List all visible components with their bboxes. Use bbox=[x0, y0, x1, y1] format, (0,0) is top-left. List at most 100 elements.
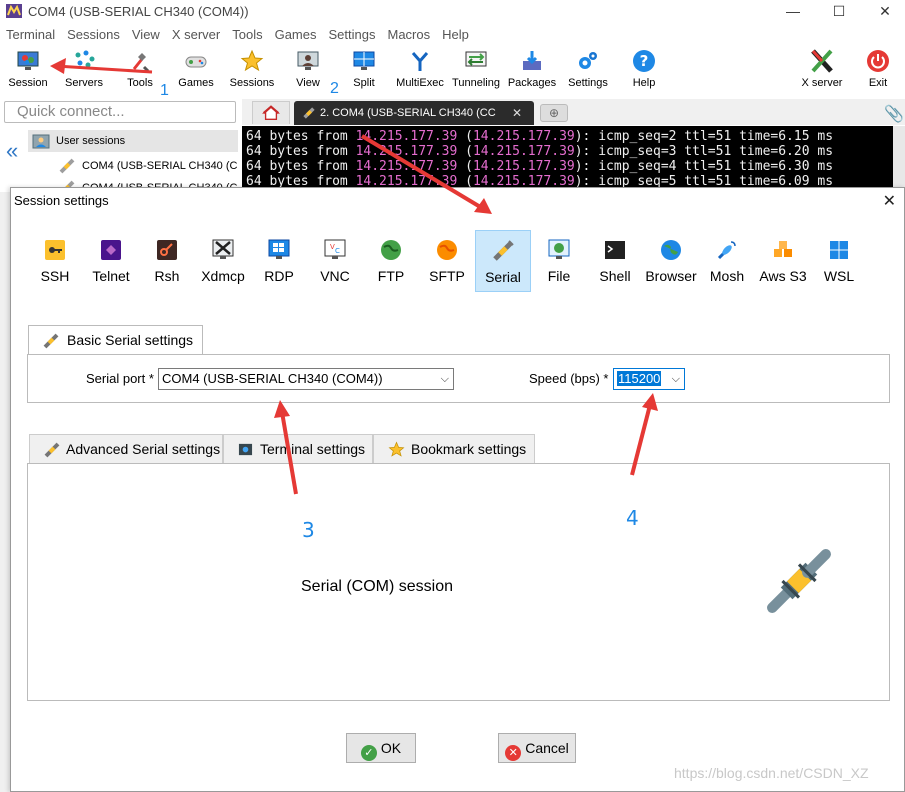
menu-settings[interactable]: Settings bbox=[323, 26, 382, 44]
session-settings-dialog: Session settings ✕ SSH Telnet Rsh Xdmcp … bbox=[10, 187, 905, 792]
tab-basic-serial-settings[interactable]: Basic Serial settings bbox=[28, 325, 203, 355]
type-file[interactable]: File bbox=[531, 230, 587, 292]
type-serial[interactable]: Serial bbox=[475, 230, 531, 292]
type-telnet-label: Telnet bbox=[92, 268, 130, 284]
ssh-key-icon bbox=[45, 240, 65, 260]
session-item-com4[interactable]: COM4 (USB-SERIAL CH340 (CC bbox=[58, 156, 238, 176]
user-sessions-folder[interactable]: User sessions bbox=[28, 130, 238, 152]
type-ssh[interactable]: SSH bbox=[27, 230, 83, 292]
speed-label: Speed (bps) * bbox=[529, 371, 609, 386]
tab-terminal-settings[interactable]: Terminal settings bbox=[223, 434, 373, 464]
speed-select[interactable]: 115200 ⌵ bbox=[613, 368, 685, 390]
session-item-label: COM4 (USB-SERIAL CH340 (CC bbox=[82, 160, 238, 172]
view-monitor-icon bbox=[297, 51, 319, 70]
menu-tools[interactable]: Tools bbox=[226, 26, 268, 44]
maximize-button[interactable]: ☐ bbox=[816, 0, 862, 24]
type-ssh-label: SSH bbox=[40, 268, 70, 284]
home-tab[interactable] bbox=[252, 101, 290, 124]
ok-label: OK bbox=[380, 740, 402, 756]
type-ftp[interactable]: FTP bbox=[363, 230, 419, 292]
packages-button[interactable]: Packages bbox=[504, 46, 560, 96]
dialog-title: Session settings bbox=[14, 193, 109, 208]
help-icon: ? bbox=[633, 50, 655, 72]
tab-com4[interactable]: 2. COM4 (USB-SERIAL CH340 (CC ✕ bbox=[294, 101, 534, 125]
menu-help[interactable]: Help bbox=[436, 26, 475, 44]
svg-text:?: ? bbox=[640, 52, 649, 70]
type-mosh[interactable]: Mosh bbox=[699, 230, 755, 292]
menu-view[interactable]: View bbox=[126, 26, 166, 44]
menu-bar: Terminal Sessions View X server Tools Ga… bbox=[0, 26, 475, 44]
annotation-number-3: 3 bbox=[302, 518, 315, 542]
paperclip-icon[interactable]: 📎 bbox=[884, 104, 904, 124]
multiexec-fork-icon bbox=[411, 52, 429, 71]
window-title: COM4 (USB-SERIAL CH340 (COM4)) bbox=[28, 4, 249, 19]
type-rsh-label: Rsh bbox=[154, 268, 180, 284]
menu-macros[interactable]: Macros bbox=[381, 26, 436, 44]
terminal-tab-label: Terminal settings bbox=[260, 441, 366, 457]
multiexec-button[interactable]: MultiExec bbox=[392, 46, 448, 96]
xserver-label: X server bbox=[801, 77, 843, 89]
background-window-edge bbox=[0, 192, 10, 792]
close-tab-icon[interactable]: ✕ bbox=[512, 101, 522, 125]
collapse-sidebar-icon[interactable]: « bbox=[6, 140, 18, 162]
type-telnet[interactable]: Telnet bbox=[83, 230, 139, 292]
tab-advanced-serial-settings[interactable]: Advanced Serial settings bbox=[29, 434, 223, 464]
serial-port-label: Serial port * bbox=[86, 371, 154, 386]
serial-port-select[interactable]: COM4 (USB-SERIAL CH340 (COM4)) ⌵ bbox=[158, 368, 454, 390]
menu-xserver[interactable]: X server bbox=[166, 26, 226, 44]
type-xdmcp[interactable]: Xdmcp bbox=[195, 230, 251, 292]
multiexec-label: MultiExec bbox=[396, 77, 444, 89]
type-browser[interactable]: Browser bbox=[643, 230, 699, 292]
serial-plug-icon bbox=[44, 442, 60, 458]
tab-bookmark-settings[interactable]: Bookmark settings bbox=[373, 434, 535, 464]
type-sftp[interactable]: SFTP bbox=[419, 230, 475, 292]
dialog-close-icon[interactable]: ✕ bbox=[883, 191, 896, 211]
ok-button[interactable]: ✓ OK bbox=[346, 733, 416, 763]
terminal-settings-icon bbox=[238, 443, 253, 456]
type-browser-label: Browser bbox=[645, 268, 697, 284]
servers-button[interactable]: Servers bbox=[56, 46, 112, 96]
shell-terminal-icon bbox=[605, 241, 625, 259]
help-button[interactable]: ? Help bbox=[616, 46, 672, 96]
terminal-output[interactable]: 64 bytes from 14.215.177.39 (14.215.177.… bbox=[242, 126, 893, 192]
type-rdp[interactable]: RDP bbox=[251, 230, 307, 292]
sessions-button[interactable]: Sessions bbox=[224, 46, 280, 96]
type-vnc[interactable]: VC VNC bbox=[307, 230, 363, 292]
games-button[interactable]: Games bbox=[168, 46, 224, 96]
cancel-x-icon: ✕ bbox=[505, 745, 522, 761]
xserver-button[interactable]: X server bbox=[794, 46, 850, 96]
minimize-button[interactable]: — bbox=[770, 0, 816, 24]
type-shell[interactable]: Shell bbox=[587, 230, 643, 292]
star-icon bbox=[240, 49, 264, 72]
menu-games[interactable]: Games bbox=[269, 26, 323, 44]
sessions-label: Sessions bbox=[229, 77, 275, 89]
tunneling-button[interactable]: Tunneling bbox=[448, 46, 504, 96]
view-button[interactable]: View bbox=[280, 46, 336, 96]
exit-label: Exit bbox=[868, 77, 888, 89]
split-button[interactable]: Split bbox=[336, 46, 392, 96]
settings-label: Settings bbox=[568, 77, 608, 89]
user-sessions-label: User sessions bbox=[56, 135, 126, 147]
settings-button[interactable]: Settings bbox=[560, 46, 616, 96]
home-icon bbox=[262, 105, 280, 120]
menu-terminal[interactable]: Terminal bbox=[0, 26, 61, 44]
svg-text:C: C bbox=[335, 247, 340, 255]
menu-sessions[interactable]: Sessions bbox=[61, 26, 126, 44]
type-xdmcp-label: Xdmcp bbox=[201, 268, 245, 284]
tunneling-icon bbox=[465, 51, 487, 67]
type-serial-label: Serial bbox=[485, 269, 521, 285]
type-aws-s3[interactable]: Aws S3 bbox=[755, 230, 811, 292]
close-window-button[interactable]: ✕ bbox=[862, 0, 905, 24]
cancel-button[interactable]: ✕ Cancel bbox=[498, 733, 576, 763]
type-wsl-label: WSL bbox=[823, 268, 855, 284]
ftp-globe-icon bbox=[381, 240, 401, 260]
exit-button[interactable]: Exit bbox=[850, 46, 905, 96]
serial-plug-large-icon bbox=[767, 549, 831, 613]
quick-connect-input[interactable]: Quick connect... bbox=[4, 101, 236, 123]
terminal-scrollbar[interactable] bbox=[893, 126, 905, 192]
type-rsh[interactable]: Rsh bbox=[139, 230, 195, 292]
new-tab-button[interactable]: ⊕ bbox=[540, 104, 568, 122]
session-button[interactable]: Session bbox=[0, 46, 56, 96]
type-wsl[interactable]: WSL bbox=[811, 230, 867, 292]
star-icon bbox=[388, 441, 405, 457]
